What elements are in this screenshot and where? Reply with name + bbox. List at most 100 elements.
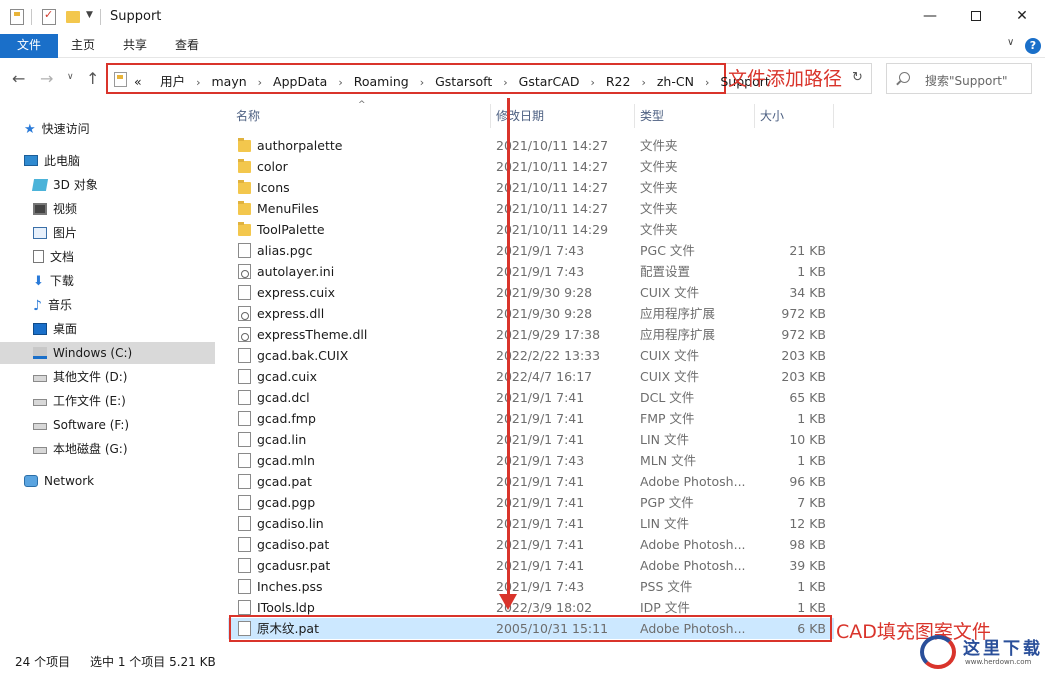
column-header-name[interactable]: 名称: [236, 104, 260, 128]
table-row[interactable]: alias.pgc 2021/9/1 7:43 PGC 文件 21 KB: [228, 240, 834, 261]
sidebar-item-drive-f[interactable]: Software (F:): [33, 414, 129, 436]
sidebar-item-3d-objects[interactable]: 3D 对象: [31, 174, 98, 196]
table-row[interactable]: autolayer.ini 2021/9/1 7:43 配置设置 1 KB: [228, 261, 834, 282]
chevron-down-icon[interactable]: ▼: [86, 10, 93, 20]
sidebar-item-downloads[interactable]: ⬇ 下载: [33, 270, 74, 292]
table-row[interactable]: gcad.dcl 2021/9/1 7:41 DCL 文件 65 KB: [228, 387, 834, 408]
table-row[interactable]: gcad.bak.CUIX 2022/2/22 13:33 CUIX 文件 203 K…: [228, 345, 834, 366]
breadcrumb-item[interactable]: R22: [606, 74, 631, 89]
file-date: 2021/10/11 14:29: [496, 222, 609, 237]
folder-location-icon: [114, 72, 127, 87]
table-row[interactable]: Icons 2021/10/11 14:27 文件夹: [228, 177, 834, 198]
breadcrumb-item[interactable]: 用户: [160, 71, 185, 90]
table-row[interactable]: gcad.cuix 2022/4/7 16:17 CUIX 文件 203 KB: [228, 366, 834, 387]
table-row[interactable]: expressTheme.dll 2021/9/29 17:38 应用程序扩展 972…: [228, 324, 834, 345]
breadcrumb-separator[interactable]: ›: [705, 76, 709, 89]
column-header-date[interactable]: 修改日期: [496, 104, 544, 128]
recent-locations-button[interactable]: ∨: [67, 72, 74, 82]
sidebar-item-pictures[interactable]: 图片: [33, 222, 77, 244]
file-date: 2021/10/11 14:27: [496, 180, 609, 195]
file-properties-icon[interactable]: [10, 9, 24, 25]
sidebar-item-videos[interactable]: 视频: [33, 198, 77, 220]
file-name: gcad.fmp: [257, 411, 316, 426]
file-type: 应用程序扩展: [640, 327, 716, 342]
breadcrumb-item[interactable]: Gstarsoft: [435, 74, 492, 89]
tab-home[interactable]: 主页: [62, 34, 104, 58]
back-button[interactable]: ←: [12, 69, 25, 88]
table-row[interactable]: gcad.pgp 2021/9/1 7:41 PGP 文件 7 KB: [228, 492, 834, 513]
new-folder-icon[interactable]: [66, 11, 80, 23]
table-row[interactable]: MenuFiles 2021/10/11 14:27 文件夹: [228, 198, 834, 219]
column-header-type[interactable]: 类型: [640, 104, 664, 128]
table-row[interactable]: express.dll 2021/9/30 9:28 应用程序扩展 972 KB: [228, 303, 834, 324]
breadcrumb-separator[interactable]: ›: [196, 76, 200, 89]
sidebar-item-network[interactable]: Network: [24, 470, 94, 492]
download-icon: ⬇: [33, 273, 44, 289]
settings-file-icon: [238, 264, 251, 279]
help-icon[interactable]: ?: [1025, 38, 1041, 54]
sidebar-item-documents[interactable]: 文档: [33, 246, 74, 268]
breadcrumb-overflow[interactable]: «: [134, 74, 142, 89]
sidebar-item-this-pc[interactable]: 此电脑: [24, 150, 80, 172]
file-date: 2021/10/11 14:27: [496, 138, 609, 153]
table-row[interactable]: gcad.pat 2021/9/1 7:41 Adobe Photosh... 96 …: [228, 471, 834, 492]
table-row[interactable]: gcadiso.pat 2021/9/1 7:41 Adobe Photosh...…: [228, 534, 834, 555]
table-row[interactable]: color 2021/10/11 14:27 文件夹: [228, 156, 834, 177]
breadcrumb-item[interactable]: GstarCAD: [519, 74, 580, 89]
column-divider[interactable]: [754, 104, 755, 128]
file-size: 7 KB: [797, 495, 826, 510]
sidebar-item-label: 快速访问: [41, 122, 90, 136]
table-row[interactable]: gcad.fmp 2021/9/1 7:41 FMP 文件 1 KB: [228, 408, 834, 429]
column-divider[interactable]: [490, 104, 491, 128]
refresh-icon[interactable]: ↻: [852, 70, 863, 85]
search-placeholder: 搜索"Support": [925, 74, 1008, 88]
sidebar-item-drive-d[interactable]: 其他文件 (D:): [33, 366, 127, 388]
expand-ribbon-icon[interactable]: ∨: [1007, 37, 1014, 48]
table-row[interactable]: gcadiso.lin 2021/9/1 7:41 LIN 文件 12 KB: [228, 513, 834, 534]
breadcrumb-item[interactable]: Roaming: [354, 74, 409, 89]
tab-file[interactable]: 文件: [0, 34, 58, 58]
table-row[interactable]: ToolPalette 2021/10/11 14:29 文件夹: [228, 219, 834, 240]
table-row[interactable]: Inches.pss 2021/9/1 7:43 PSS 文件 1 KB: [228, 576, 834, 597]
file-date: 2021/10/11 14:27: [496, 159, 609, 174]
column-header-size[interactable]: 大小: [760, 104, 784, 128]
breadcrumb-item[interactable]: mayn: [211, 74, 246, 89]
forward-button[interactable]: →: [40, 69, 53, 88]
file-size: 1 KB: [797, 579, 826, 594]
breadcrumb-separator[interactable]: ›: [641, 76, 645, 89]
breadcrumb-separator[interactable]: ›: [258, 76, 262, 89]
sidebar-item-desktop[interactable]: 桌面: [33, 318, 77, 340]
table-row[interactable]: authorpalette 2021/10/11 14:27 文件夹: [228, 135, 834, 156]
sidebar-item-music[interactable]: ♪ 音乐: [33, 294, 72, 316]
sidebar-item-windows-c[interactable]: Windows (C:): [0, 342, 215, 364]
sidebar-item-drive-e[interactable]: 工作文件 (E:): [33, 390, 126, 412]
breadcrumb-item[interactable]: AppData: [273, 74, 327, 89]
tab-share[interactable]: 共享: [114, 34, 156, 58]
table-row[interactable]: gcadusr.pat 2021/9/1 7:41 Adobe Photosh...…: [228, 555, 834, 576]
breadcrumb-separator[interactable]: ›: [420, 76, 424, 89]
sidebar-item-drive-g[interactable]: 本地磁盘 (G:): [33, 438, 128, 460]
up-button[interactable]: ↑: [86, 69, 99, 88]
search-input[interactable]: 搜索"Support": [886, 63, 1032, 94]
table-row[interactable]: express.cuix 2021/9/30 9:28 CUIX 文件 34 KB: [228, 282, 834, 303]
file-type: CUIX 文件: [640, 348, 700, 363]
column-divider[interactable]: [634, 104, 635, 128]
file-type: 文件夹: [640, 201, 678, 216]
column-divider[interactable]: [833, 104, 834, 128]
address-bar[interactable]: « › 用户 › mayn › AppData › Roaming › Gstarsoft › Gsta…: [106, 63, 770, 94]
tab-view[interactable]: 查看: [166, 34, 208, 58]
breadcrumb-separator[interactable]: ›: [503, 76, 507, 89]
close-button[interactable]: ✕: [999, 0, 1045, 32]
file-icon: [238, 453, 251, 468]
breadcrumb-separator[interactable]: ›: [338, 76, 342, 89]
quick-access-divider: [31, 9, 32, 25]
pictures-icon: [33, 226, 47, 239]
sidebar-item-quick-access[interactable]: ★ 快速访问: [24, 118, 90, 140]
breadcrumb-item[interactable]: zh-CN: [657, 74, 694, 89]
table-row[interactable]: gcad.mln 2021/9/1 7:43 MLN 文件 1 KB: [228, 450, 834, 471]
maximize-button[interactable]: [953, 0, 999, 32]
table-row[interactable]: gcad.lin 2021/9/1 7:41 LIN 文件 10 KB: [228, 429, 834, 450]
minimize-button[interactable]: —: [907, 0, 953, 32]
breadcrumb-separator[interactable]: ›: [590, 76, 594, 89]
check-icon[interactable]: [42, 8, 56, 25]
